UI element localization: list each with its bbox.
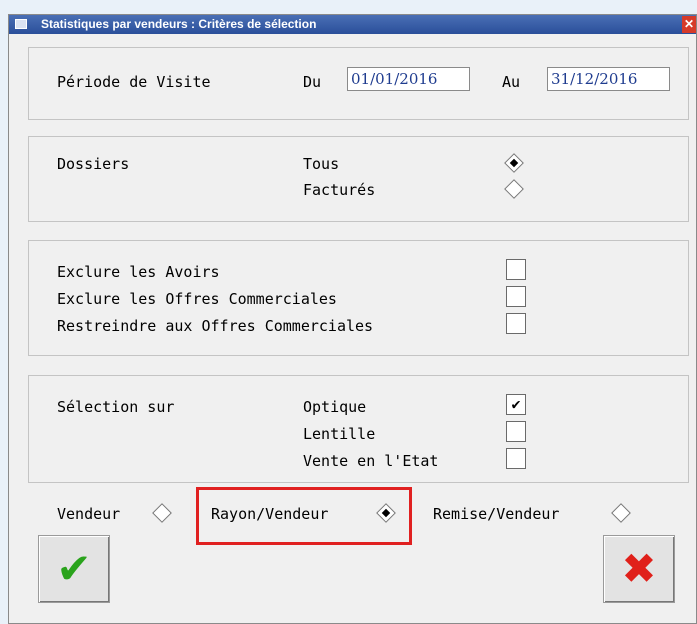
selection-optique-checkbox[interactable]: ✔ [506, 394, 526, 415]
restreindre-offres-label: Restreindre aux Offres Commerciales [57, 317, 374, 335]
cancel-icon: ✖ [621, 544, 657, 593]
exclure-offres-checkbox[interactable] [506, 286, 526, 307]
selection-lentille-checkbox[interactable] [506, 421, 526, 442]
selection-optique-label: Optique [303, 398, 367, 416]
dossiers-option-factures-label: Facturés [303, 181, 376, 199]
ok-button[interactable]: ✔ [38, 535, 110, 603]
selection-vente-etat-checkbox[interactable] [506, 448, 526, 469]
cancel-button[interactable]: ✖ [603, 535, 675, 603]
date-to-field[interactable]: 31/12/2016 [547, 67, 670, 91]
du-label: Du [303, 73, 322, 91]
grouping-vendeur-label: Vendeur [57, 505, 121, 523]
checkmark-icon: ✔ [56, 544, 92, 593]
close-icon[interactable]: ✕ [682, 16, 696, 33]
exclure-offres-label: Exclure les Offres Commerciales [57, 290, 337, 308]
window-icon [15, 19, 27, 29]
restreindre-offres-checkbox[interactable] [506, 313, 526, 334]
dossiers-option-tous-label: Tous [303, 155, 340, 173]
dossiers-panel [28, 136, 689, 222]
exclure-avoirs-label: Exclure les Avoirs [57, 263, 220, 281]
au-label: Au [502, 73, 521, 91]
periode-label: Période de Visite [57, 73, 211, 91]
exclure-avoirs-checkbox[interactable] [506, 259, 526, 280]
date-from-field[interactable]: 01/01/2016 [347, 67, 470, 91]
highlight-box [196, 487, 412, 545]
grouping-remise-vendeur-label: Remise/Vendeur [433, 505, 560, 523]
window-title: Statistiques par vendeurs : Critères de … [41, 17, 317, 31]
dossiers-label: Dossiers [57, 155, 130, 173]
selection-label: Sélection sur [57, 398, 175, 416]
selection-lentille-label: Lentille [303, 425, 376, 443]
selection-vente-etat-label: Vente en l'Etat [303, 452, 439, 470]
title-bar: Statistiques par vendeurs : Critères de … [9, 15, 696, 34]
